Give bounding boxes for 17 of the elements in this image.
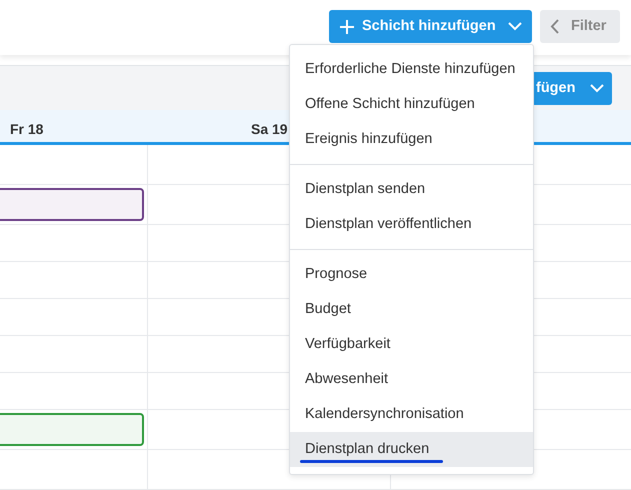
- chevron-left-icon: [550, 19, 559, 34]
- menu-item[interactable]: Ereignis hinzufügen: [290, 122, 533, 157]
- menu-item[interactable]: Budget: [290, 292, 533, 327]
- menu-item[interactable]: Kalendersynchronisation: [290, 397, 533, 432]
- menu-item[interactable]: Prognose: [290, 257, 533, 292]
- menu-item[interactable]: Dienstplan veröffentlichen: [290, 207, 533, 242]
- chevron-down-icon: [590, 84, 604, 93]
- menu-item[interactable]: Abwesenheit: [290, 362, 533, 397]
- day-header: Fr 18: [10, 120, 44, 139]
- plus-icon: [339, 18, 355, 34]
- chevron-down-icon: [508, 22, 522, 31]
- menu-item[interactable]: Verfügbarkeit: [290, 327, 533, 362]
- day-header: Sa 19: [251, 120, 288, 139]
- shift-event[interactable]: [0, 188, 144, 221]
- shift-event[interactable]: [0, 413, 144, 446]
- menu-item[interactable]: Dienstplan drucken: [290, 432, 533, 467]
- menu-item[interactable]: Dienstplan senden: [290, 172, 533, 207]
